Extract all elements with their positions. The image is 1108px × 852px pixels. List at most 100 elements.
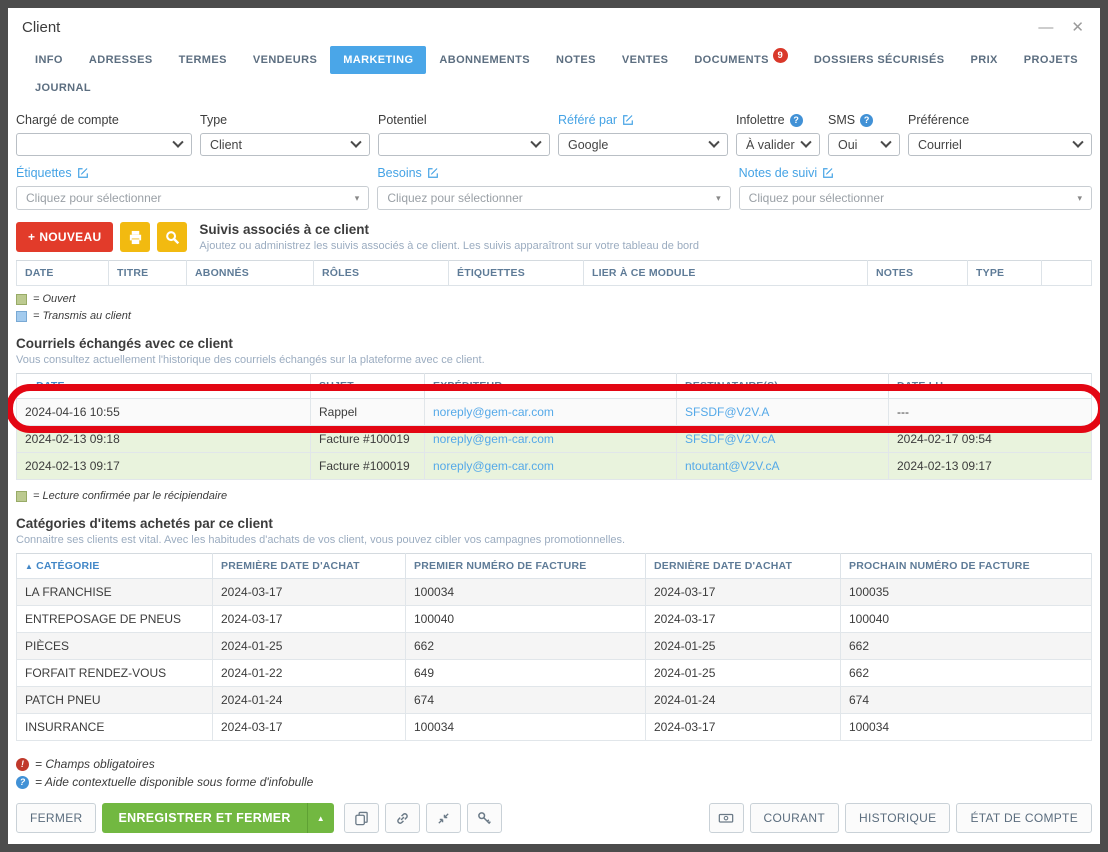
suivis-col-abonnes[interactable]: ABONNÉS bbox=[187, 261, 314, 286]
copy-button[interactable] bbox=[344, 803, 379, 833]
field-infolettre: Infolettre? À valider bbox=[736, 112, 820, 156]
field-besoins: Besoins Cliquez pour sélectionner▾ bbox=[377, 165, 730, 210]
tab-termes[interactable]: TERMES bbox=[166, 46, 240, 74]
fermer-button[interactable]: FERMER bbox=[16, 803, 96, 833]
category-row[interactable]: PIÈCES2024-01-256622024-01-25662 bbox=[17, 633, 1092, 660]
suivis-col-type[interactable]: TYPE bbox=[968, 261, 1042, 286]
categories-col-categorie[interactable]: ▲CATÉGORIE bbox=[17, 554, 213, 579]
tab-dossiers-securises[interactable]: DOSSIERS SÉCURISÉS bbox=[801, 46, 958, 74]
print-button[interactable] bbox=[120, 222, 150, 252]
save-options-arrow[interactable]: ▲ bbox=[307, 803, 334, 833]
charge-de-compte-select[interactable] bbox=[16, 133, 192, 156]
etiquettes-multiselect[interactable]: Cliquez pour sélectionner▾ bbox=[16, 186, 369, 210]
email-destinataire-link[interactable]: SFSDF@V2V.cA bbox=[685, 432, 775, 446]
category-row[interactable]: LA FRANCHISE2024-03-171000342024-03-1710… bbox=[17, 579, 1092, 606]
email-expediteur-link[interactable]: noreply@gem-car.com bbox=[433, 432, 554, 446]
email-expediteur-link[interactable]: noreply@gem-car.com bbox=[433, 459, 554, 473]
legend-transmis: = Transmis au client bbox=[16, 310, 1092, 322]
help-icon[interactable]: ? bbox=[860, 114, 873, 127]
preference-select[interactable]: Courriel bbox=[908, 133, 1092, 156]
suivis-col-etiquettes[interactable]: ÉTIQUETTES bbox=[449, 261, 584, 286]
collapse-button[interactable] bbox=[426, 803, 461, 833]
notes-de-suivi-multiselect[interactable]: Cliquez pour sélectionner▾ bbox=[739, 186, 1092, 210]
categories-col-derniere-date[interactable]: DERNIÈRE DATE D'ACHAT bbox=[646, 554, 841, 579]
printer-icon bbox=[128, 230, 143, 245]
suivis-col-notes[interactable]: NOTES bbox=[868, 261, 968, 286]
suivis-col-lier[interactable]: LIER À CE MODULE bbox=[584, 261, 868, 286]
historique-button[interactable]: HISTORIQUE bbox=[845, 803, 950, 833]
infolettre-select[interactable]: À valider bbox=[736, 133, 820, 156]
email-row[interactable]: 2024-04-16 10:55 Rappel noreply@gem-car.… bbox=[17, 399, 1092, 426]
category-name: PIÈCES bbox=[17, 633, 213, 660]
refere-par-select[interactable]: Google bbox=[558, 133, 728, 156]
sms-label: SMS? bbox=[828, 112, 900, 128]
tab-abonnements[interactable]: ABONNEMENTS bbox=[426, 46, 543, 74]
window-controls: — ✕ bbox=[1038, 20, 1084, 35]
first-purchase-date: 2024-03-17 bbox=[213, 579, 406, 606]
tab-ventes[interactable]: VENTES bbox=[609, 46, 681, 74]
emails-col-destinataire[interactable]: DESTINATAIRE(S) bbox=[677, 374, 889, 399]
sms-select[interactable]: Oui bbox=[828, 133, 900, 156]
suivis-col-date[interactable]: DATE bbox=[17, 261, 109, 286]
category-row[interactable]: FORFAIT RENDEZ-VOUS2024-01-226492024-01-… bbox=[17, 660, 1092, 687]
notes-de-suivi-label[interactable]: Notes de suivi bbox=[739, 165, 1092, 181]
email-destinataire: SFSDF@V2V.A bbox=[677, 399, 889, 426]
email-row[interactable]: 2024-02-13 09:18 Facture #100019 noreply… bbox=[17, 426, 1092, 453]
tab-prix[interactable]: PRIX bbox=[958, 46, 1011, 74]
titlebar: Client — ✕ bbox=[16, 14, 1092, 40]
tab-info[interactable]: INFO bbox=[22, 46, 76, 74]
categories-col-premiere-date[interactable]: PREMIÈRE DATE D'ACHAT bbox=[213, 554, 406, 579]
copy-icon bbox=[354, 811, 369, 826]
type-select[interactable]: Client bbox=[200, 133, 370, 156]
infolettre-value: À valider bbox=[746, 138, 795, 152]
categories-col-premier-numero[interactable]: PREMIER NUMÉRO DE FACTURE bbox=[406, 554, 646, 579]
email-expediteur-link[interactable]: noreply@gem-car.com bbox=[433, 405, 554, 419]
suivis-legend: = Ouvert = Transmis au client bbox=[16, 293, 1092, 322]
suivis-col-roles[interactable]: RÔLES bbox=[314, 261, 449, 286]
tab-marketing[interactable]: MARKETING bbox=[330, 46, 426, 74]
link-button[interactable] bbox=[385, 803, 420, 833]
tab-documents-label: DOCUMENTS bbox=[694, 54, 769, 66]
search-button[interactable] bbox=[157, 222, 187, 252]
besoins-label[interactable]: Besoins bbox=[377, 165, 730, 181]
tab-vendeurs[interactable]: VENDEURS bbox=[240, 46, 330, 74]
category-row[interactable]: ENTREPOSAGE DE PNEUS2024-03-171000402024… bbox=[17, 606, 1092, 633]
category-name: LA FRANCHISE bbox=[17, 579, 213, 606]
email-destinataire-link[interactable]: SFSDF@V2V.A bbox=[685, 405, 769, 419]
emails-col-date-lu[interactable]: DATE LU bbox=[889, 374, 1092, 399]
besoins-multiselect[interactable]: Cliquez pour sélectionner▾ bbox=[377, 186, 730, 210]
dropdown-arrow-icon: ▾ bbox=[1077, 193, 1082, 204]
emails-col-sujet[interactable]: SUJET bbox=[311, 374, 425, 399]
refere-par-value: Google bbox=[568, 138, 608, 152]
tab-vehicules[interactable]: VÉHICULES bbox=[1091, 46, 1100, 74]
help-icon[interactable]: ? bbox=[790, 114, 803, 127]
tab-projets[interactable]: PROJETS bbox=[1011, 46, 1091, 74]
tab-journal[interactable]: JOURNAL bbox=[22, 74, 104, 102]
suivis-col-titre[interactable]: TITRE bbox=[109, 261, 187, 286]
etiquettes-label[interactable]: Étiquettes bbox=[16, 165, 369, 181]
category-row[interactable]: PATCH PNEU2024-01-246742024-01-24674 bbox=[17, 687, 1092, 714]
tab-adresses[interactable]: ADRESSES bbox=[76, 46, 166, 74]
key-button[interactable] bbox=[467, 803, 502, 833]
payment-button[interactable] bbox=[709, 803, 744, 833]
enregistrer-et-fermer-button[interactable]: ENREGISTRER ET FERMER ▲ bbox=[102, 803, 333, 833]
category-row[interactable]: INSURRANCE2024-03-171000342024-03-171000… bbox=[17, 714, 1092, 741]
nouveau-button[interactable]: +NOUVEAU bbox=[16, 222, 113, 252]
emails-col-expediteur[interactable]: EXPÉDITEUR bbox=[425, 374, 677, 399]
tab-notes[interactable]: NOTES bbox=[543, 46, 609, 74]
close-icon[interactable]: ✕ bbox=[1071, 20, 1084, 35]
email-destinataire-link[interactable]: ntoutant@V2V.cA bbox=[685, 459, 779, 473]
potentiel-select[interactable] bbox=[378, 133, 550, 156]
etat-de-compte-button[interactable]: ÉTAT DE COMPTE bbox=[956, 803, 1092, 833]
refere-par-label[interactable]: Référé par bbox=[558, 112, 728, 128]
field-potentiel: Potentiel bbox=[378, 112, 550, 156]
minimize-icon[interactable]: — bbox=[1038, 20, 1053, 35]
emails-col-date[interactable]: ▼DATE bbox=[17, 374, 311, 399]
email-row[interactable]: 2024-02-13 09:17 Facture #100019 noreply… bbox=[17, 453, 1092, 480]
last-purchase-date: 2024-03-17 bbox=[646, 579, 841, 606]
categories-col-prochain-numero[interactable]: PROCHAIN NUMÉRO DE FACTURE bbox=[841, 554, 1092, 579]
field-refere-par: Référé par Google bbox=[558, 112, 728, 156]
category-name: INSURRANCE bbox=[17, 714, 213, 741]
tab-documents[interactable]: DOCUMENTS9 bbox=[681, 45, 801, 76]
courant-button[interactable]: COURANT bbox=[750, 803, 839, 833]
